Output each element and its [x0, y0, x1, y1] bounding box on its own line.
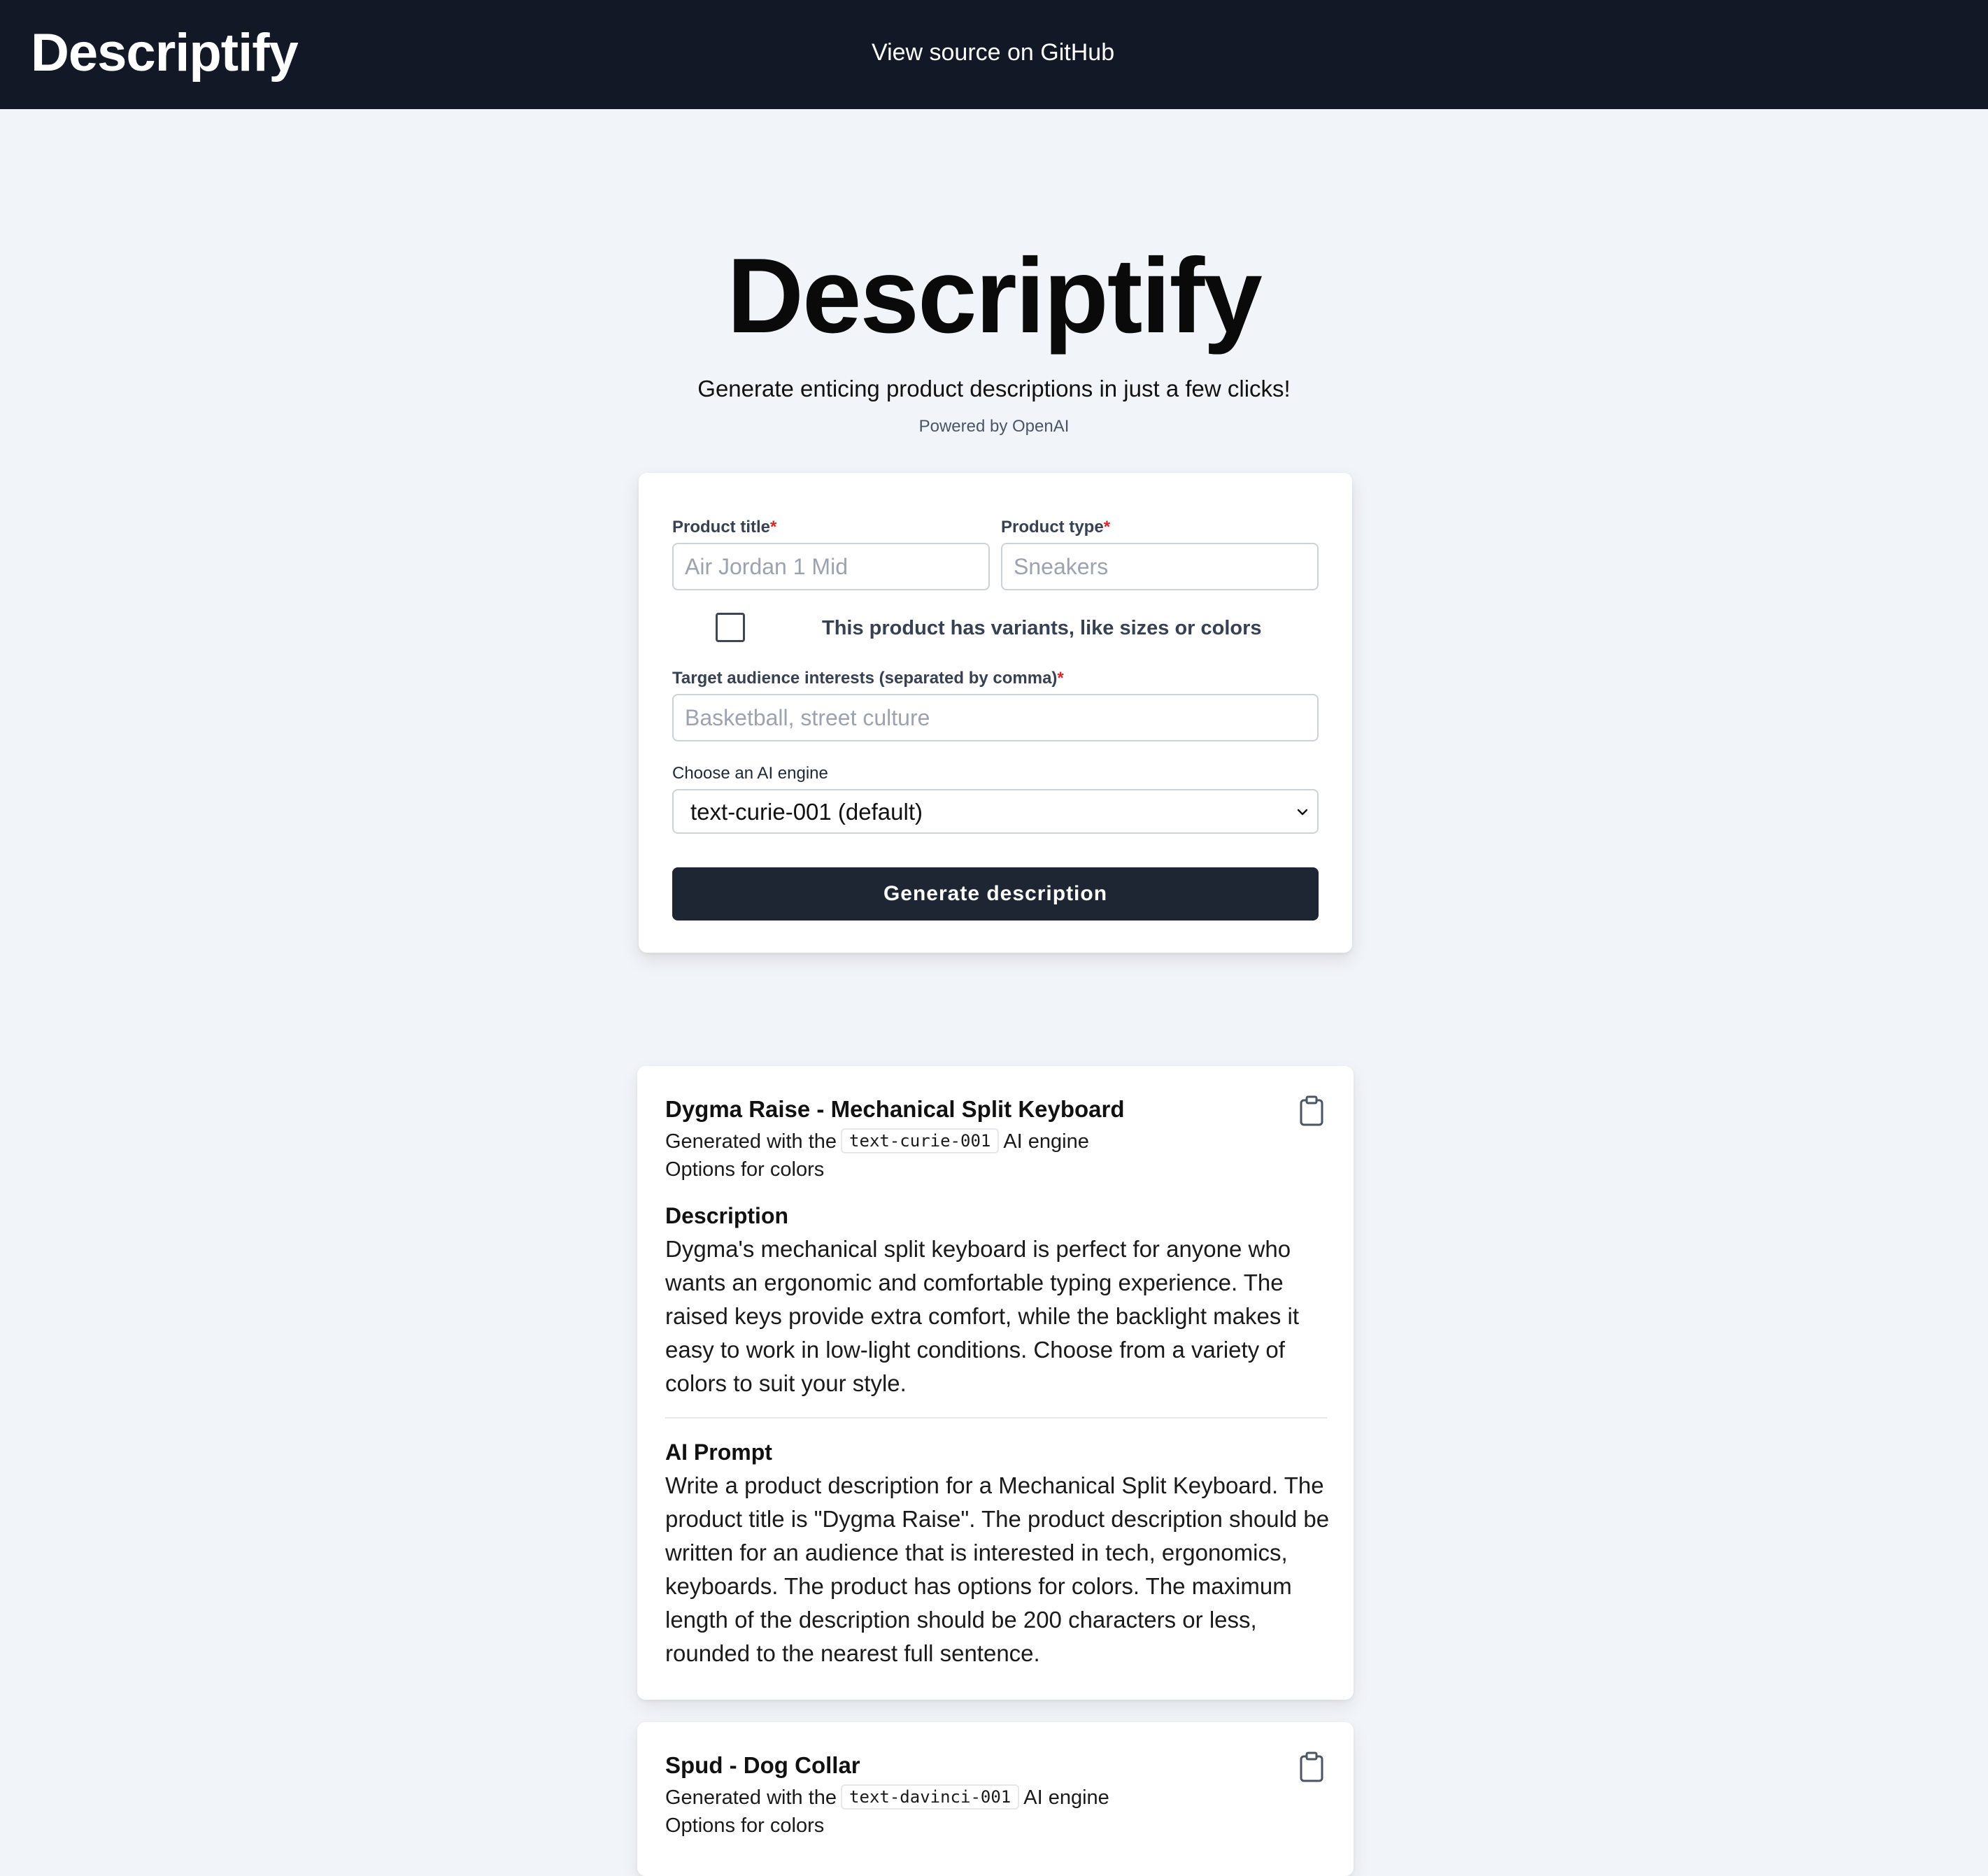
result-engine-line: Generated with the text-curie-001 AI engin…: [665, 1128, 1089, 1156]
result-card: Dygma Raise - Mechanical Split Keyboard …: [637, 1066, 1354, 1700]
product-title-input[interactable]: [672, 543, 990, 590]
top-nav: Descriptify View source on GitHub: [0, 0, 1988, 109]
generate-description-button[interactable]: Generate description: [672, 867, 1319, 921]
variants-checkbox-label[interactable]: This product has variants, like sizes or…: [822, 614, 1262, 642]
result-variants: Options for colors: [665, 1158, 825, 1181]
product-title-label: Product title*: [672, 518, 777, 536]
description-text: Dygma's mechanical split keyboard is per…: [665, 1236, 1300, 1396]
product-type-label: Product type*: [1001, 518, 1111, 536]
audience-label: Target audience interests (separated by …: [672, 669, 1064, 688]
prompt-heading: AI Prompt: [665, 1440, 772, 1465]
clipboard-icon[interactable]: [1299, 1095, 1324, 1126]
engine-code: text-curie-001: [841, 1128, 1000, 1153]
description-form: Product title* Product type* This produc…: [639, 473, 1352, 953]
page-title: Descriptify: [727, 236, 1263, 355]
prompt-text: Write a product description for a Mechan…: [665, 1472, 1330, 1666]
result-card: Spud - Dog Collar Generated with the text…: [637, 1722, 1354, 1876]
clipboard-icon[interactable]: [1299, 1751, 1324, 1782]
audience-input[interactable]: [672, 694, 1319, 741]
product-type-input[interactable]: [1001, 543, 1319, 590]
required-mark: *: [1057, 669, 1064, 688]
description-heading: Description: [665, 1203, 789, 1228]
engine-select-value: text-curie-001 (default): [690, 799, 923, 825]
powered-by-note: Powered by OpenAI: [918, 417, 1070, 436]
required-mark: *: [770, 518, 777, 536]
github-link[interactable]: View source on GitHub: [872, 36, 1114, 69]
engine-label: Choose an AI engine: [672, 764, 828, 783]
variants-checkbox[interactable]: [716, 613, 745, 642]
page-subtitle: Generate enticing product descriptions i…: [697, 376, 1291, 402]
engine-code: text-davinci-001: [841, 1784, 1020, 1810]
result-variants: Options for colors: [665, 1814, 825, 1837]
engine-select[interactable]: text-curie-001 (default): [672, 789, 1319, 834]
brand-logo[interactable]: Descriptify: [31, 20, 299, 87]
result-engine-line: Generated with the text-davinci-001 AI eng…: [665, 1784, 1109, 1812]
result-title: Spud - Dog Collar: [665, 1752, 860, 1778]
required-mark: *: [1103, 518, 1111, 536]
result-title: Dygma Raise - Mechanical Split Keyboard: [665, 1096, 1125, 1122]
divider: [665, 1417, 1327, 1419]
chevron-down-icon: [1297, 809, 1308, 816]
